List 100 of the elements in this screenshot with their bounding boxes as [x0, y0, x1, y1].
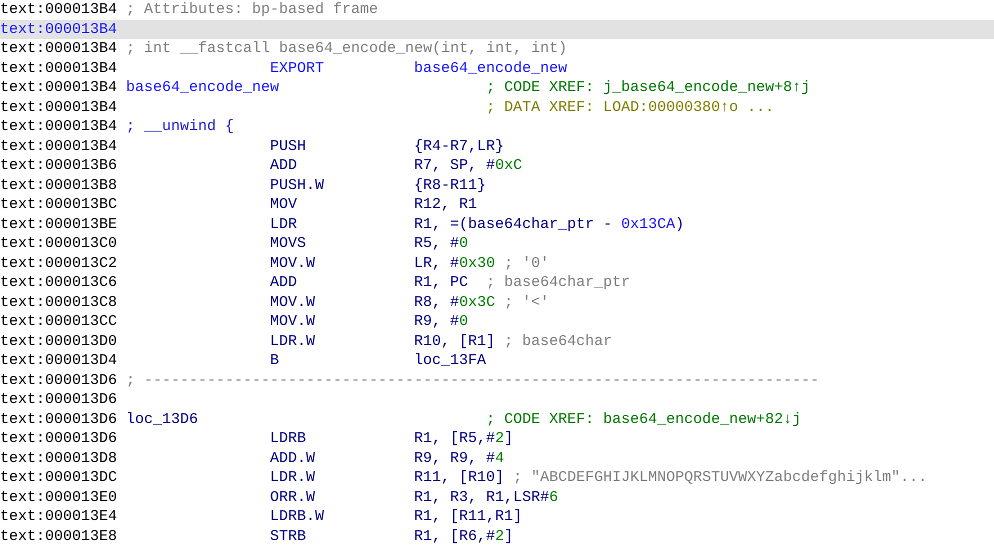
comment: ; Attributes: bp-based frame — [126, 0, 378, 20]
address: text:000013B8 — [0, 176, 118, 195]
address: text:000013E0 — [0, 488, 118, 507]
address: text:000013B4 — [0, 78, 118, 98]
address: text:000013B4 — [0, 39, 118, 58]
comment: ; --------------------------------------------------------------------------- — [126, 370, 820, 390]
listing-row[interactable]: text:000013C0 MOVS R5, #0 — [0, 234, 994, 254]
address: text:000013D6 — [0, 370, 118, 390]
xref-comment[interactable]: ; CODE XREF: j_base64_encode_new+8↑j — [486, 78, 810, 98]
mnemonic: LDRB.W — [270, 507, 326, 526]
operands: R1, =(base64char_ptr - 0x13CA) — [414, 214, 684, 234]
address: text:000013D6 — [0, 410, 118, 429]
mnemonic: LDRB — [270, 429, 308, 448]
listing-row[interactable]: text:000013B4 EXPORT base64_encode_new — [0, 58, 994, 78]
mnemonic: MOV.W — [270, 292, 316, 312]
address: text:000013B4 — [0, 20, 118, 39]
address: text:000013B4 — [0, 98, 118, 117]
code-label[interactable]: loc_13D6 — [126, 410, 198, 428]
operands: R5, #0 — [414, 234, 468, 254]
address: text:000013E8 — [0, 526, 118, 546]
comment: ; __unwind { — [126, 117, 234, 136]
mnemonic: ADD — [270, 273, 298, 292]
address: text:000013B4 — [0, 0, 118, 20]
listing-row[interactable]: text:000013B8 PUSH.W {R8-R11} — [0, 176, 994, 195]
listing-row[interactable]: text:000013DC LDR.W R11, [R10] ; "ABCDEFGHIJKLMNOPQRSTUVWXYZabcdefghijklm"... — [0, 468, 994, 488]
listing-row[interactable]: text:000013D6 loc_13D6 ; CODE XREF: base64_encode_new+82↓j — [0, 410, 994, 429]
mnemonic: PUSH — [270, 136, 308, 156]
mnemonic: ORR.W — [270, 488, 316, 507]
operands: {R4-R7,LR} — [414, 136, 504, 156]
mnemonic: MOV.W — [270, 254, 316, 273]
mnemonic: ADD.W — [270, 448, 316, 468]
address: text:000013C0 — [0, 234, 118, 254]
xref-comment[interactable]: ; CODE XREF: base64_encode_new+82↓j — [486, 410, 802, 429]
address: text:000013C6 — [0, 273, 118, 292]
mnemonic: STRB — [270, 526, 308, 546]
listing-row[interactable]: text:000013D4 B loc_13FA — [0, 351, 994, 370]
operands: R1, R3, R1,LSR#6 — [414, 488, 558, 507]
listing-row[interactable]: text:000013D6 ; --------------------------------------------------------------------------- — [0, 370, 994, 390]
listing-row[interactable]: text:000013B4 PUSH {R4-R7,LR} — [0, 136, 994, 156]
xref-comment[interactable]: ; DATA XREF: LOAD:00000380↑o ... — [486, 98, 774, 117]
address: text:000013E4 — [0, 507, 118, 526]
mnemonic: LDR.W — [270, 468, 316, 488]
operands: LR, #0x30 ; '0' — [414, 254, 550, 273]
operands: R1, [R5,#2] — [414, 429, 514, 448]
listing-row[interactable]: text:000013B4 ; Attributes: bp-based frame — [0, 0, 994, 20]
operands: R12, R1 — [414, 195, 478, 214]
address: text:000013CC — [0, 312, 118, 332]
address: text:000013D0 — [0, 332, 118, 351]
code-label[interactable]: base64_encode_new — [126, 79, 280, 96]
operands: R9, R9, #4 — [414, 448, 504, 468]
listing-row[interactable]: text:000013E0 ORR.W R1, R3, R1,LSR#6 — [0, 488, 994, 507]
listing-row[interactable]: text:000013B4 ; int __fastcall base64_encode_new(int, int, int) — [0, 39, 994, 58]
operands: R8, #0x3C ; '<' — [414, 292, 550, 312]
address: text:000013C2 — [0, 254, 118, 273]
address: text:000013BC — [0, 195, 118, 214]
address: text:000013D4 — [0, 351, 118, 370]
listing-row[interactable]: text:000013E4 LDRB.W R1, [R11,R1] — [0, 507, 994, 526]
comment: ; int __fastcall base64_encode_new(int, int, int) — [126, 39, 568, 58]
listing-row[interactable]: text:000013C8 MOV.W R8, #0x3C ; '<' — [0, 292, 994, 312]
address: text:000013D6 — [0, 429, 118, 448]
mnemonic: LDR.W — [270, 332, 316, 351]
address: text:000013BE — [0, 214, 118, 234]
listing-row[interactable]: text:000013B4 base64_encode_new ; CODE XREF: j_base64_encode_new+8↑j — [0, 78, 994, 98]
address: text:000013DC — [0, 468, 118, 488]
listing-row[interactable]: text:000013B4 ; DATA XREF: LOAD:00000380↑o ... — [0, 98, 994, 117]
operands: R1, PC ; base64char_ptr — [414, 273, 630, 292]
address: text:000013D6 — [0, 390, 118, 410]
operands: R1, [R11,R1] — [414, 507, 522, 526]
mnemonic: PUSH.W — [270, 176, 326, 195]
address: text:000013B4 — [0, 136, 118, 156]
address: text:000013D8 — [0, 448, 118, 468]
listing-row[interactable]: text:000013B6 ADD R7, SP, #0xC — [0, 156, 994, 176]
operands: R11, [R10] ; "ABCDEFGHIJKLMNOPQRSTUVWXYZabcdefghijklm"... — [414, 468, 928, 488]
operands: base64_encode_new — [414, 58, 568, 78]
address: text:000013B6 — [0, 156, 118, 176]
listing-row[interactable]: text:000013C6 ADD R1, PC ; base64char_ptr — [0, 273, 994, 292]
listing-row[interactable]: text:000013C2 MOV.W LR, #0x30 ; '0' — [0, 254, 994, 273]
mnemonic: ADD — [270, 156, 298, 176]
operands: R1, [R6,#2] — [414, 526, 514, 546]
listing-row[interactable]: text:000013B4 — [0, 20, 994, 39]
listing-row[interactable]: text:000013CC MOV.W R9, #0 — [0, 312, 994, 332]
listing-row[interactable]: text:000013BC MOV R12, R1 — [0, 195, 994, 214]
listing-row[interactable]: text:000013BE LDR R1, =(base64char_ptr - 0x13CA) — [0, 214, 994, 234]
listing-row[interactable]: text:000013D6 LDRB R1, [R5,#2] — [0, 429, 994, 448]
mnemonic: LDR — [270, 214, 298, 234]
operands: loc_13FA — [414, 351, 486, 370]
mnemonic: MOVS — [270, 234, 308, 254]
address: text:000013B4 — [0, 117, 118, 136]
mnemonic: MOV — [270, 195, 298, 214]
listing-row[interactable]: text:000013D6 — [0, 390, 994, 410]
listing-row[interactable]: text:000013D8 ADD.W R9, R9, #4 — [0, 448, 994, 468]
operands: R7, SP, #0xC — [414, 156, 522, 176]
mnemonic: EXPORT — [270, 58, 326, 78]
listing-row[interactable]: text:000013B4 ; __unwind { — [0, 117, 994, 136]
address: text:000013C8 — [0, 292, 118, 312]
address: text:000013B4 — [0, 58, 118, 78]
listing-row[interactable]: text:000013E8 STRB R1, [R6,#2] — [0, 526, 994, 546]
operands: {R8-R11} — [414, 176, 486, 195]
listing-row[interactable]: text:000013D0 LDR.W R10, [R1] ; base64char — [0, 332, 994, 351]
mnemonic: MOV.W — [270, 312, 316, 332]
